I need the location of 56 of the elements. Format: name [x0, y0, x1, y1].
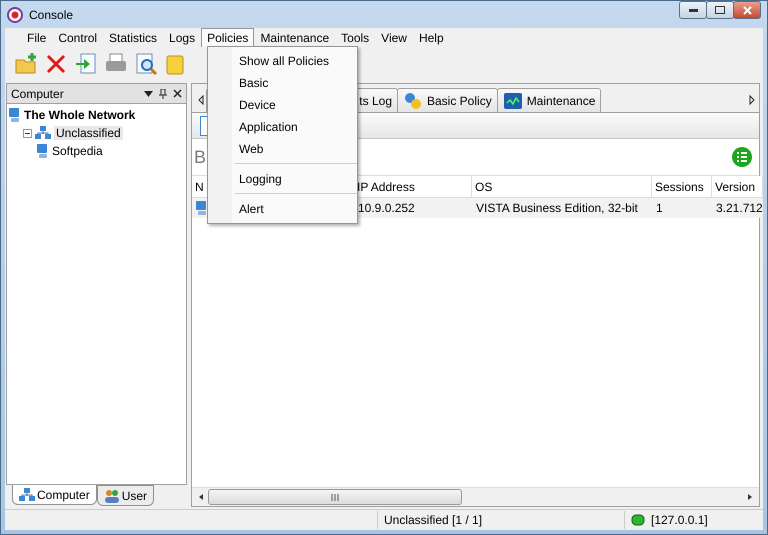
table-cell: VISTA Business Edition, 32-bit [472, 198, 652, 218]
list-icon [731, 146, 753, 168]
grip-icon [331, 494, 339, 500]
dropdown-icon [144, 90, 153, 96]
panel-title: Computer [11, 86, 65, 100]
panel-tab[interactable]: User [96, 485, 154, 506]
tab[interactable]: Basic Policy [397, 88, 498, 112]
network-icon [19, 486, 35, 502]
column-header[interactable]: Version [712, 176, 763, 198]
menu-item[interactable]: Device [208, 94, 357, 116]
users-icon [104, 488, 120, 504]
tree-item[interactable]: Softpedia [50, 144, 105, 158]
column-header[interactable]: Sessions [652, 176, 712, 198]
monitor-icon [502, 92, 523, 110]
collapse-icon[interactable] [23, 128, 32, 138]
minimize-icon [688, 8, 698, 12]
section-heading: B [194, 146, 206, 168]
gears-icon [403, 92, 423, 110]
menu-item[interactable]: Control [52, 28, 104, 47]
table-cell: 1 [652, 198, 712, 218]
network-computer-icon [9, 108, 19, 122]
table-cell: 3.21.712 [712, 198, 763, 218]
menu-item[interactable]: Tools [335, 28, 376, 47]
panel-tab[interactable]: Computer [12, 485, 97, 505]
menu-item[interactable]: Basic [208, 72, 357, 94]
menu-item[interactable]: Logging [208, 168, 357, 190]
computer-icon [37, 144, 47, 158]
minimize-button[interactable] [679, 1, 707, 19]
tree-item[interactable]: The Whole Network [22, 108, 138, 122]
menu-item[interactable]: Alert [208, 198, 357, 220]
menu-item[interactable]: Statistics [103, 28, 164, 47]
menu-item[interactable]: Maintenance [254, 28, 336, 47]
network-icon [35, 125, 51, 141]
window-title: Console [29, 8, 74, 22]
close-icon [742, 6, 752, 14]
menu-item[interactable]: Logs [163, 28, 202, 47]
horizontal-scrollbar[interactable] [192, 487, 759, 506]
maximize-icon [715, 6, 725, 14]
status-address: [127.0.0.1] [651, 513, 708, 527]
close-button[interactable] [733, 1, 761, 19]
app-icon [7, 6, 23, 22]
tab[interactable]: Maintenance [496, 88, 602, 112]
computer-icon [196, 201, 206, 215]
maximize-button[interactable] [706, 1, 734, 19]
menu-item[interactable]: Show all Policies [208, 50, 357, 72]
connection-status-icon [631, 514, 645, 526]
menu-item[interactable]: Help [412, 28, 450, 47]
column-header[interactable]: OS [472, 176, 652, 198]
status-text: Unclassified [1 / 1] [384, 513, 482, 527]
menu-item[interactable]: Web [208, 138, 357, 160]
pin-icon [159, 88, 167, 98]
menu-item[interactable]: Policies [201, 28, 254, 47]
menu-item[interactable]: File [21, 28, 52, 47]
tree-item[interactable]: Unclassified [54, 126, 123, 140]
menu-item[interactable]: View [375, 28, 413, 47]
close-icon [173, 89, 182, 98]
